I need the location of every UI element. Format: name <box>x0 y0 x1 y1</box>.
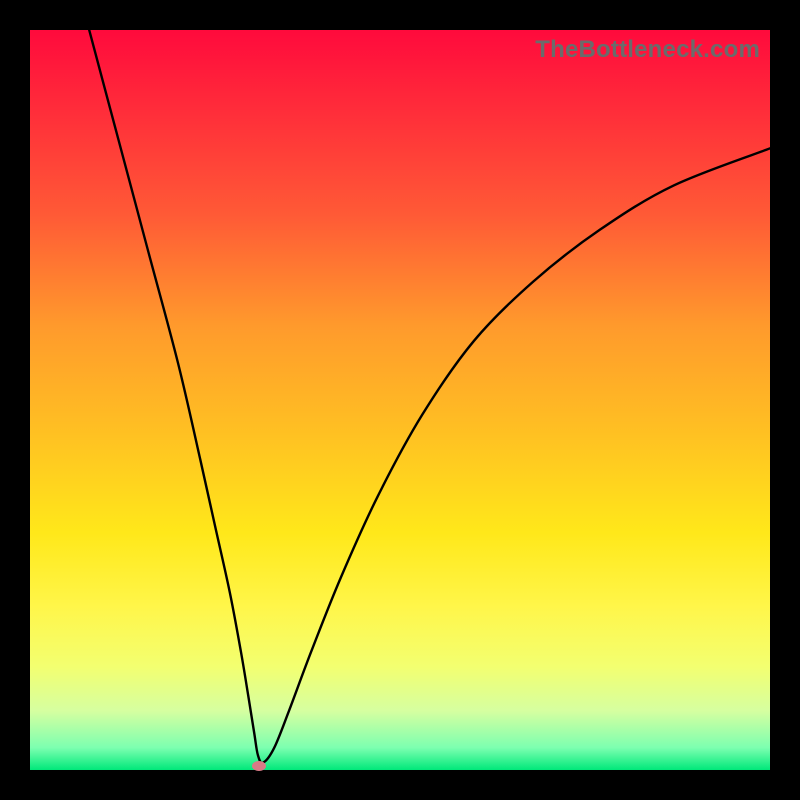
min-marker <box>252 761 266 771</box>
chart-frame: TheBottleneck.com <box>0 0 800 800</box>
curve-svg <box>30 30 770 770</box>
bottleneck-curve-path <box>89 30 770 763</box>
plot-area: TheBottleneck.com <box>30 30 770 770</box>
